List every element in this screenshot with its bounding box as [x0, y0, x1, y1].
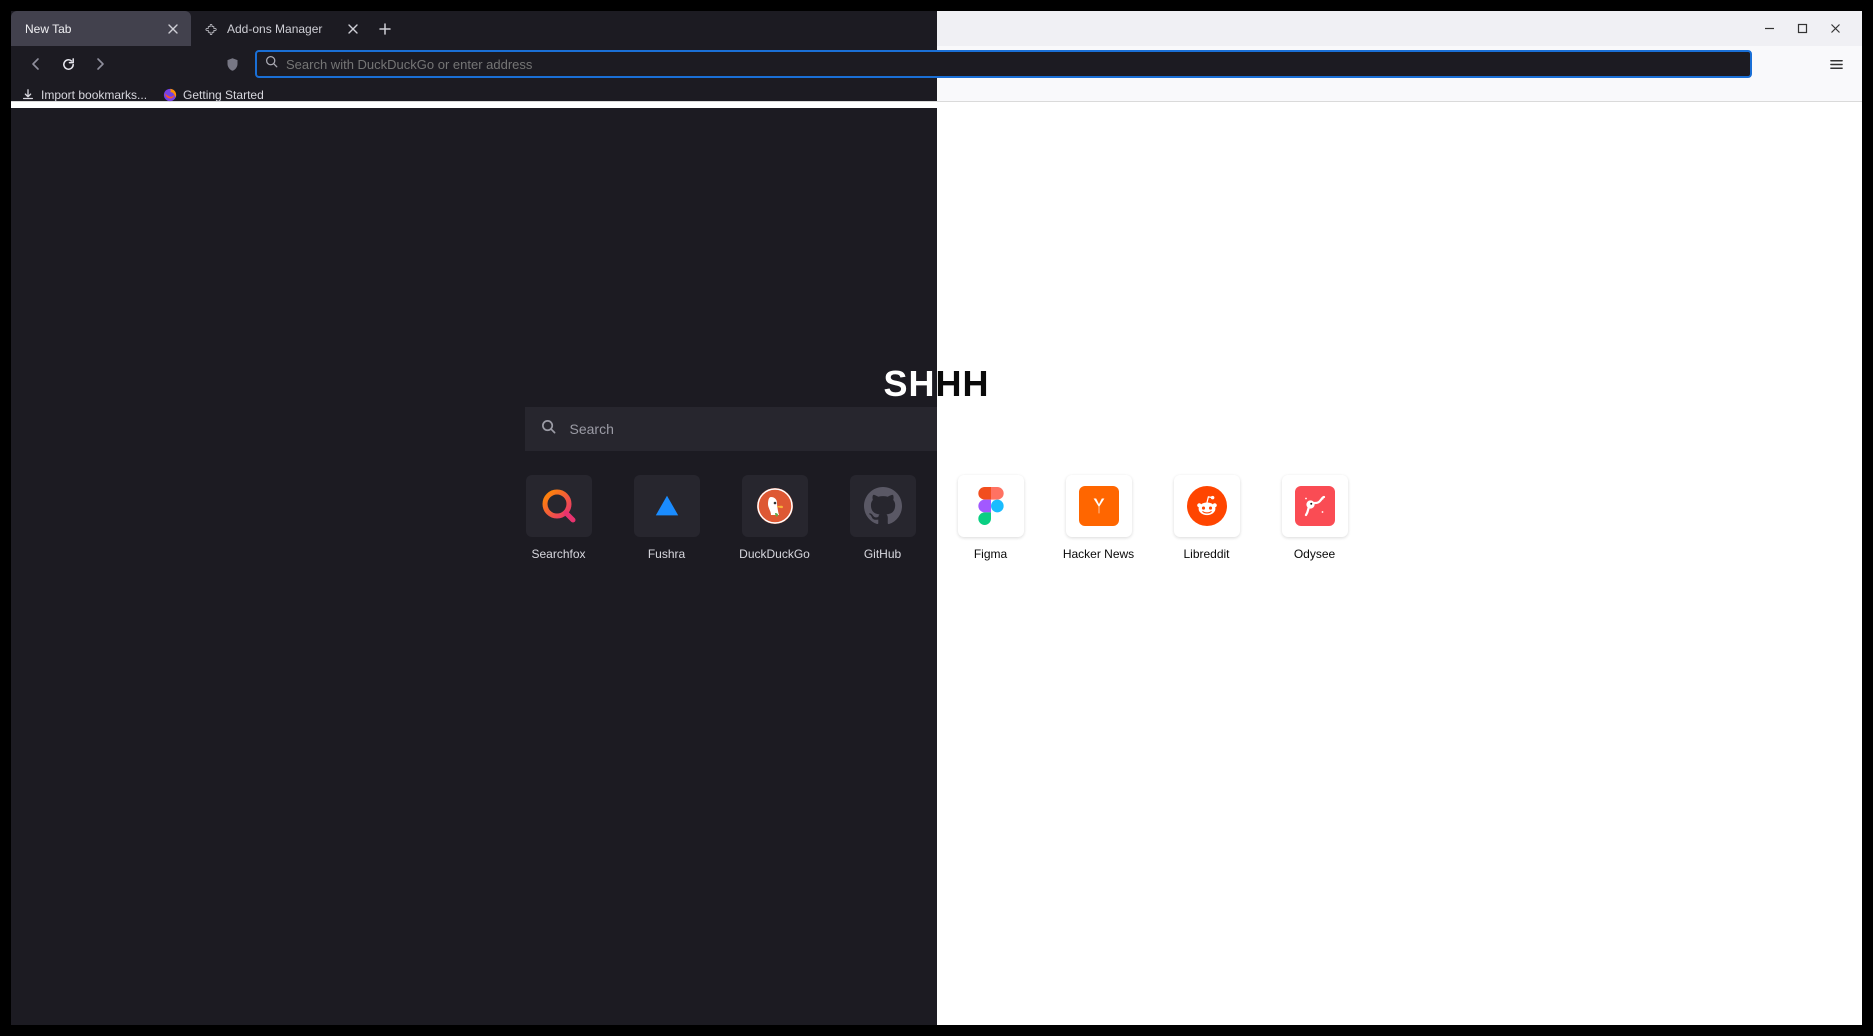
odysee-icon [1295, 486, 1335, 526]
shortcut-libreddit[interactable]: Libreddit [1174, 475, 1240, 561]
shortcut-searchfox[interactable]: Searchfox [526, 475, 592, 561]
import-bookmarks-button[interactable]: Import bookmarks... [21, 88, 147, 102]
figma-icon [978, 487, 1004, 525]
reload-button[interactable] [53, 49, 83, 79]
new-tab-button[interactable] [371, 11, 399, 46]
window-close-button[interactable] [1826, 20, 1844, 38]
search-placeholder: Search [570, 421, 614, 437]
tracking-protection-icon[interactable] [217, 49, 247, 79]
shortcut-label: Figma [974, 547, 1007, 561]
bookmark-label: Getting Started [183, 88, 264, 102]
forward-button[interactable] [85, 49, 115, 79]
search-icon [541, 419, 556, 439]
shortcut-label: GitHub [864, 547, 901, 561]
shortcut-figma[interactable]: Figma [958, 475, 1024, 561]
page-title: SHHH [883, 363, 989, 405]
top-sites-grid: Searchfox Fushra DuckDuck [526, 475, 1348, 561]
url-input[interactable] [286, 57, 1742, 72]
url-bar[interactable] [255, 50, 1752, 78]
duckduckgo-icon [755, 486, 795, 526]
close-icon[interactable] [165, 21, 181, 37]
puzzle-icon [205, 22, 219, 36]
searchfox-icon [539, 486, 579, 526]
getting-started-bookmark[interactable]: Getting Started [163, 88, 264, 102]
shortcut-github[interactable]: GitHub [850, 475, 916, 561]
shortcut-label: Fushra [648, 547, 685, 561]
close-icon[interactable] [345, 21, 361, 37]
github-icon [864, 487, 902, 525]
app-menu-button[interactable] [1822, 50, 1850, 78]
shortcut-label: Odysee [1294, 547, 1335, 561]
back-button[interactable] [21, 49, 51, 79]
shortcut-hackernews[interactable]: Hacker News [1066, 475, 1132, 561]
bookmark-label: Import bookmarks... [41, 88, 147, 102]
bookmarks-toolbar: Import bookmarks... Getting Started [11, 82, 1862, 108]
import-icon [21, 88, 35, 102]
tab-new-tab[interactable]: New Tab [11, 11, 191, 46]
firefox-icon [163, 88, 177, 102]
reddit-icon [1187, 486, 1227, 526]
search-icon [265, 55, 278, 73]
shortcut-label: Searchfox [531, 547, 585, 561]
tab-label: Add-ons Manager [227, 22, 322, 36]
nav-toolbar [11, 46, 1862, 82]
shortcut-odysee[interactable]: Odysee [1282, 475, 1348, 561]
hackernews-icon [1079, 486, 1119, 526]
shortcut-label: Hacker News [1063, 547, 1134, 561]
browser-window: New Tab Add-ons Manager [11, 11, 1862, 1025]
shortcut-label: DuckDuckGo [739, 547, 810, 561]
tab-bar: New Tab Add-ons Manager [11, 11, 1862, 46]
window-minimize-button[interactable] [1760, 20, 1778, 38]
tab-label: New Tab [25, 22, 71, 36]
home-search-box[interactable]: Search [525, 407, 1349, 451]
window-maximize-button[interactable] [1793, 20, 1811, 38]
shortcut-fushra[interactable]: Fushra [634, 475, 700, 561]
fushra-icon [653, 492, 681, 520]
shortcut-duckduckgo[interactable]: DuckDuckGo [742, 475, 808, 561]
shortcut-label: Libreddit [1183, 547, 1229, 561]
tab-addons-manager[interactable]: Add-ons Manager [191, 11, 371, 46]
